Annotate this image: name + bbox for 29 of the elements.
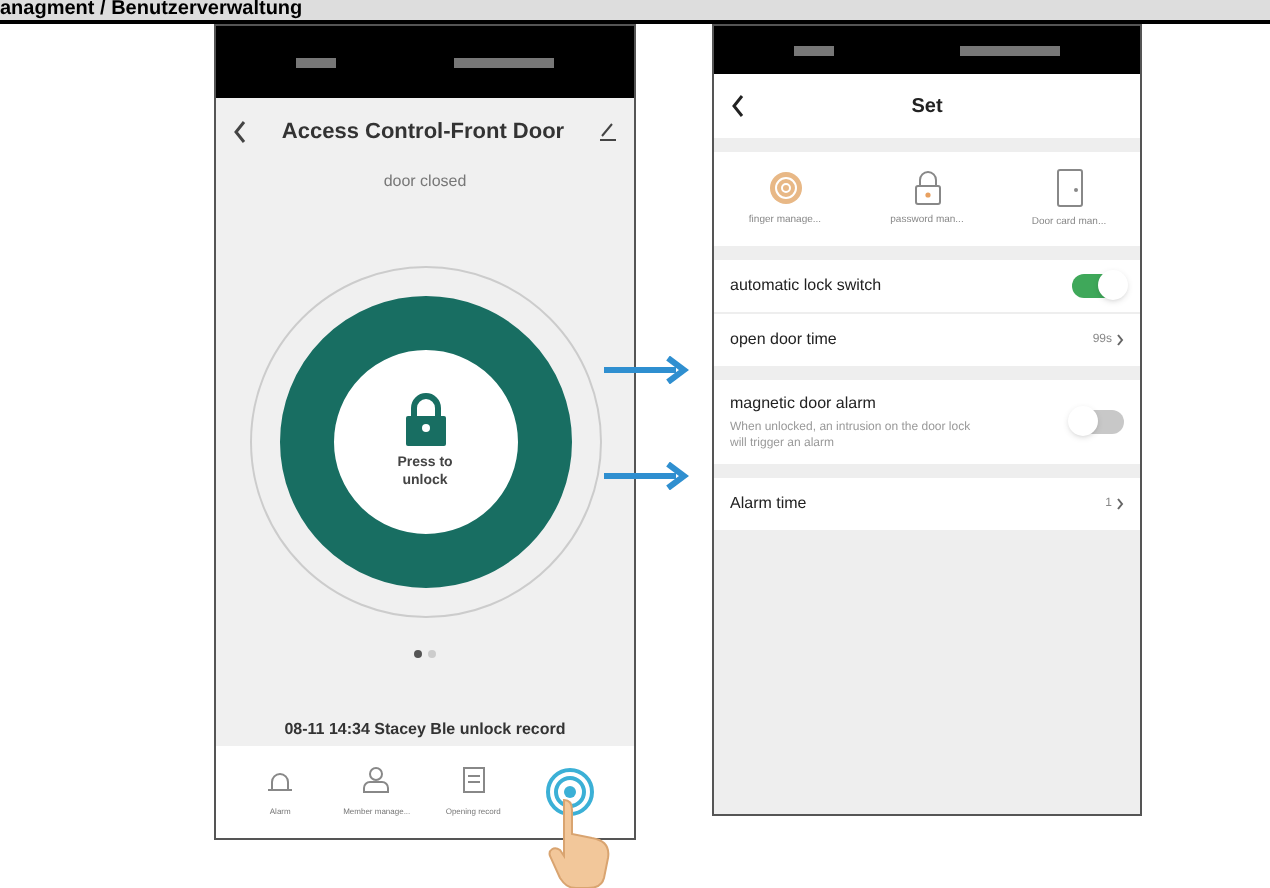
- arrow-icon: [604, 462, 692, 490]
- setting-label: Alarm time: [730, 492, 809, 516]
- back-icon[interactable]: [730, 94, 746, 118]
- setting-label: automatic lock switch: [730, 274, 884, 298]
- document-icon: [461, 766, 486, 794]
- arrow-icon: [604, 356, 692, 384]
- edit-icon[interactable]: [598, 122, 618, 142]
- padlock-icon: [913, 169, 941, 206]
- chevron-icon: [1116, 334, 1124, 346]
- person-icon: [362, 766, 391, 794]
- door-icon: [1055, 167, 1083, 208]
- toggle-switch[interactable]: [1072, 274, 1124, 298]
- padlock-icon: [401, 392, 449, 449]
- screen-title: Access Control-Front Door: [279, 117, 567, 148]
- door-status: door closed: [381, 170, 469, 194]
- signal-icon: [296, 57, 336, 67]
- section-heading: anagment / Benutzerverwaltung: [0, 0, 1270, 24]
- battery-icon: [454, 57, 554, 67]
- setting-label: magnetic door alarm: [730, 392, 878, 416]
- battery-icon: [960, 45, 1060, 55]
- unlock-record: 08-11 14:34 Stacey Ble unlock record: [282, 718, 568, 742]
- screen-title: Set: [909, 93, 945, 121]
- setting-label: open door time: [730, 328, 839, 352]
- settings-row[interactable]: automatic lock switch: [714, 260, 1140, 312]
- fingerprint-icon: [767, 169, 803, 206]
- toggle-switch[interactable]: [1072, 410, 1124, 434]
- chevron-icon: [1116, 498, 1124, 510]
- signal-icon: [794, 45, 834, 55]
- back-icon[interactable]: [232, 120, 248, 144]
